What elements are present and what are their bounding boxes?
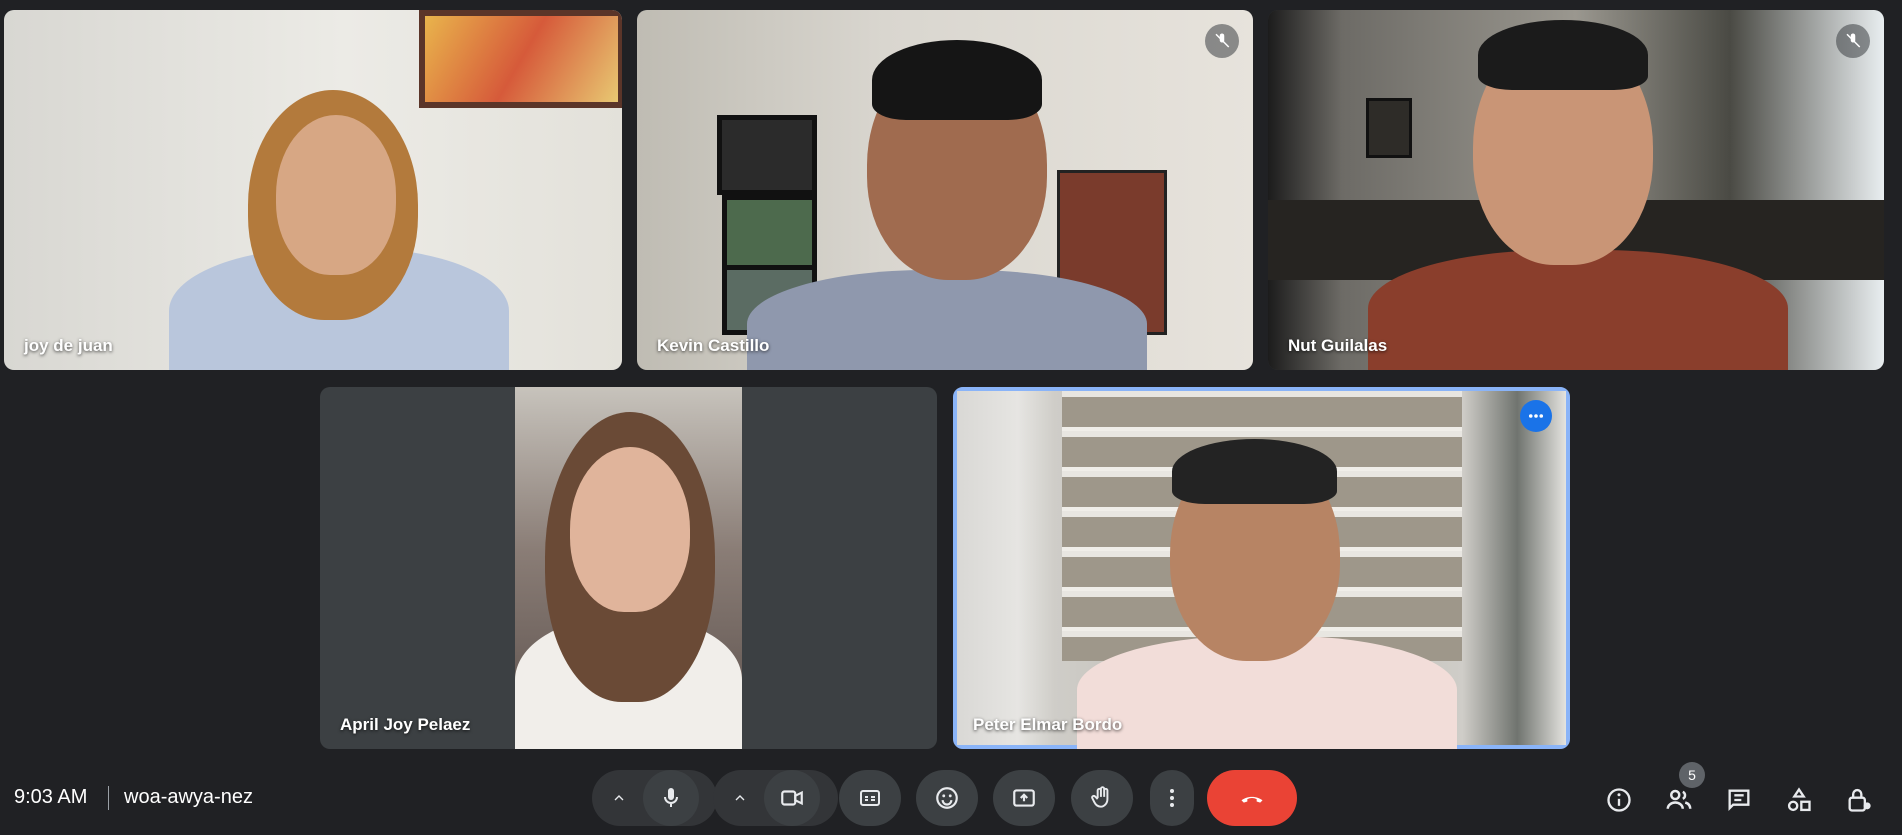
participant-video [957, 391, 1566, 749]
participant-video [515, 387, 742, 749]
participant-tile[interactable]: April Joy Pelaez [320, 387, 937, 749]
meeting-time: 9:03 AM [14, 786, 88, 808]
present-button[interactable] [993, 770, 1055, 826]
participant-name: Nut Guilalas [1288, 336, 1388, 355]
mic-off-icon [1205, 24, 1239, 58]
people-icon [1666, 789, 1692, 809]
reactions-button[interactable] [916, 770, 978, 826]
emoji-icon [936, 787, 958, 809]
more-options-button[interactable] [1150, 770, 1194, 826]
more-horiz-icon [1528, 414, 1544, 418]
host-controls-button[interactable] [1841, 782, 1877, 818]
participant-video [1268, 10, 1884, 370]
participant-name: Peter Elmar Bordo [973, 715, 1123, 734]
microphone-button[interactable] [643, 770, 699, 826]
present-screen-icon [1013, 789, 1035, 807]
raise-hand-button[interactable] [1071, 770, 1133, 826]
participant-name: joy de juan [24, 336, 113, 355]
microphone-icon [664, 788, 678, 807]
meeting-details-button[interactable] [1601, 782, 1637, 818]
end-call-icon [1241, 796, 1263, 803]
captions-icon [860, 790, 880, 806]
participant-tile[interactable]: Kevin Castillo [637, 10, 1253, 370]
activities-icon [1787, 787, 1811, 812]
chevron-up-icon [614, 795, 624, 801]
chat-button[interactable] [1721, 782, 1757, 818]
camera-button[interactable] [764, 770, 820, 826]
more-vert-icon [1170, 789, 1174, 807]
meet-stage: joy de juan Kevin Castillo Nut Guilalas … [0, 0, 1902, 835]
chat-icon [1728, 789, 1750, 811]
participant-tile-active[interactable]: Peter Elmar Bordo [953, 387, 1570, 749]
activities-button[interactable] [1781, 782, 1817, 818]
people-count-badge: 5 [1679, 762, 1705, 788]
participant-tile[interactable]: joy de juan [4, 10, 622, 370]
camera-icon [781, 790, 803, 806]
participant-name: April Joy Pelaez [340, 715, 471, 734]
mic-off-icon [1836, 24, 1870, 58]
participant-video [637, 10, 1253, 370]
participant-video [4, 10, 622, 370]
divider [108, 786, 109, 810]
chevron-up-icon [735, 795, 745, 801]
captions-button[interactable] [839, 770, 901, 826]
participant-tile[interactable]: Nut Guilalas [1268, 10, 1884, 370]
raise-hand-icon [1091, 786, 1109, 808]
wall-painting [419, 10, 622, 108]
participant-name: Kevin Castillo [657, 336, 770, 355]
meeting-code: woa-awya-nez [124, 786, 253, 808]
more-options-button[interactable] [1520, 400, 1552, 432]
video-options-button[interactable] [718, 770, 762, 826]
lock-person-icon [1848, 788, 1871, 812]
bottom-toolbar: 9:03 AM woa-awya-nez 5 [0, 760, 1902, 835]
audio-options-button[interactable] [597, 770, 641, 826]
info-icon [1607, 788, 1631, 812]
leave-call-button[interactable] [1207, 770, 1297, 826]
